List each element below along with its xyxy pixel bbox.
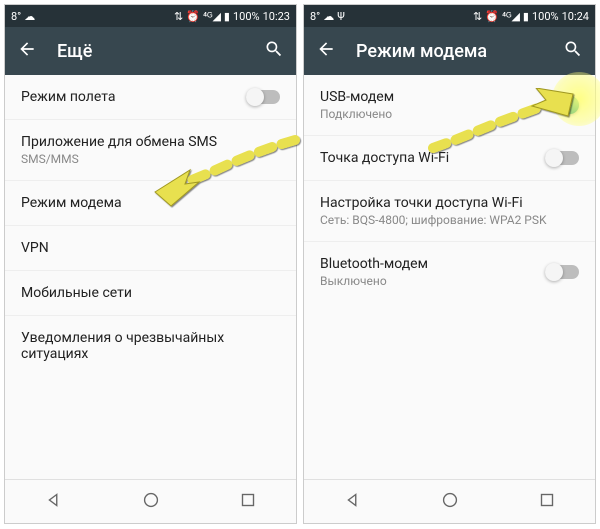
clock: 10:24 [562, 10, 589, 23]
list-item-emergency[interactable]: Уведомления о чрезвычайных ситуациях [5, 316, 296, 376]
list-item-bt-modem[interactable]: Bluetooth-модем Выключено [304, 242, 595, 302]
item-subtitle: SMS/MMS [21, 152, 280, 166]
back-button[interactable] [316, 39, 336, 63]
navigation-bar [5, 479, 296, 523]
page-title: Режим модема [356, 41, 487, 62]
transfer-icon: ⇅ [473, 10, 482, 23]
item-title: USB-модем [320, 89, 545, 105]
alarm-icon: ⏰ [186, 10, 200, 23]
toggle-airplane[interactable] [246, 90, 280, 104]
list-item-sms[interactable]: Приложение для обмена SMS SMS/MMS [5, 120, 296, 181]
temperature: 8° [11, 10, 21, 23]
list-item-usb-modem[interactable]: USB-модем Подключено [304, 75, 595, 136]
item-title: Настройка точки доступа Wi-Fi [320, 195, 579, 211]
item-title: VPN [21, 240, 280, 256]
status-bar: 8° ☁ Ψ ⇅ ⏰ ⁴ᴳ◢ ▮ 100% 10:24 [304, 5, 595, 27]
nav-back-button[interactable] [43, 489, 65, 515]
list-item-tethering[interactable]: Режим модема [5, 181, 296, 226]
list-item-mobile-networks[interactable]: Мобильные сети [5, 271, 296, 316]
alarm-icon: ⏰ [485, 10, 499, 23]
toggle-wifi-hotspot[interactable] [545, 151, 579, 165]
settings-list: USB-модем Подключено Точка доступа Wi-Fi… [304, 75, 595, 479]
temperature: 8° [310, 10, 320, 23]
item-subtitle: Сеть: BQS-4800; шифрование: WPA2 PSK [320, 213, 579, 227]
back-button[interactable] [17, 39, 37, 63]
phone-left: 8° ☁ ⇅ ⏰ ⁴ᴳ◢ ▮ 100% 10:23 Ещё Режим поле… [4, 4, 297, 524]
settings-list: Режим полета Приложение для обмена SMS S… [5, 75, 296, 479]
item-title: Мобильные сети [21, 285, 280, 301]
weather-icon: ☁ [24, 10, 35, 23]
item-title: Режим полета [21, 89, 246, 105]
list-item-wifi-hotspot[interactable]: Точка доступа Wi-Fi [304, 136, 595, 181]
item-title: Уведомления о чрезвычайных ситуациях [21, 330, 280, 362]
usb-icon: Ψ [337, 10, 345, 23]
transfer-icon: ⇅ [174, 10, 183, 23]
navigation-bar [304, 479, 595, 523]
nav-home-button[interactable] [140, 489, 162, 515]
toggle-usb-modem[interactable] [545, 98, 579, 112]
battery-percent: 100% [233, 10, 260, 23]
app-bar: Режим модема [304, 27, 595, 75]
app-bar: Ещё [5, 27, 296, 75]
item-title: Приложение для обмена SMS [21, 134, 280, 150]
nav-recent-button[interactable] [237, 489, 259, 515]
page-title: Ещё [57, 41, 92, 62]
signal-icon: ⁴ᴳ◢ [502, 10, 520, 23]
item-title: Точка доступа Wi-Fi [320, 150, 545, 166]
clock: 10:23 [263, 10, 290, 23]
toggle-bt-modem[interactable] [545, 265, 579, 279]
list-item-vpn[interactable]: VPN [5, 226, 296, 271]
nav-home-button[interactable] [439, 489, 461, 515]
item-title: Bluetooth-модем [320, 256, 545, 272]
list-item-wifi-settings[interactable]: Настройка точки доступа Wi-Fi Сеть: BQS-… [304, 181, 595, 242]
item-subtitle: Подключено [320, 107, 545, 121]
weather-icon: ☁ [323, 10, 334, 23]
signal-icon: ⁴ᴳ◢ [203, 10, 221, 23]
search-button[interactable] [563, 39, 583, 63]
battery-icon: ▮ [224, 10, 230, 23]
status-bar: 8° ☁ ⇅ ⏰ ⁴ᴳ◢ ▮ 100% 10:23 [5, 5, 296, 27]
battery-icon: ▮ [523, 10, 529, 23]
nav-back-button[interactable] [342, 489, 364, 515]
search-button[interactable] [264, 39, 284, 63]
item-title: Режим модема [21, 195, 280, 211]
nav-recent-button[interactable] [536, 489, 558, 515]
item-subtitle: Выключено [320, 274, 545, 288]
phone-right: 8° ☁ Ψ ⇅ ⏰ ⁴ᴳ◢ ▮ 100% 10:24 Режим модема… [303, 4, 596, 524]
battery-percent: 100% [532, 10, 559, 23]
list-item-airplane[interactable]: Режим полета [5, 75, 296, 120]
